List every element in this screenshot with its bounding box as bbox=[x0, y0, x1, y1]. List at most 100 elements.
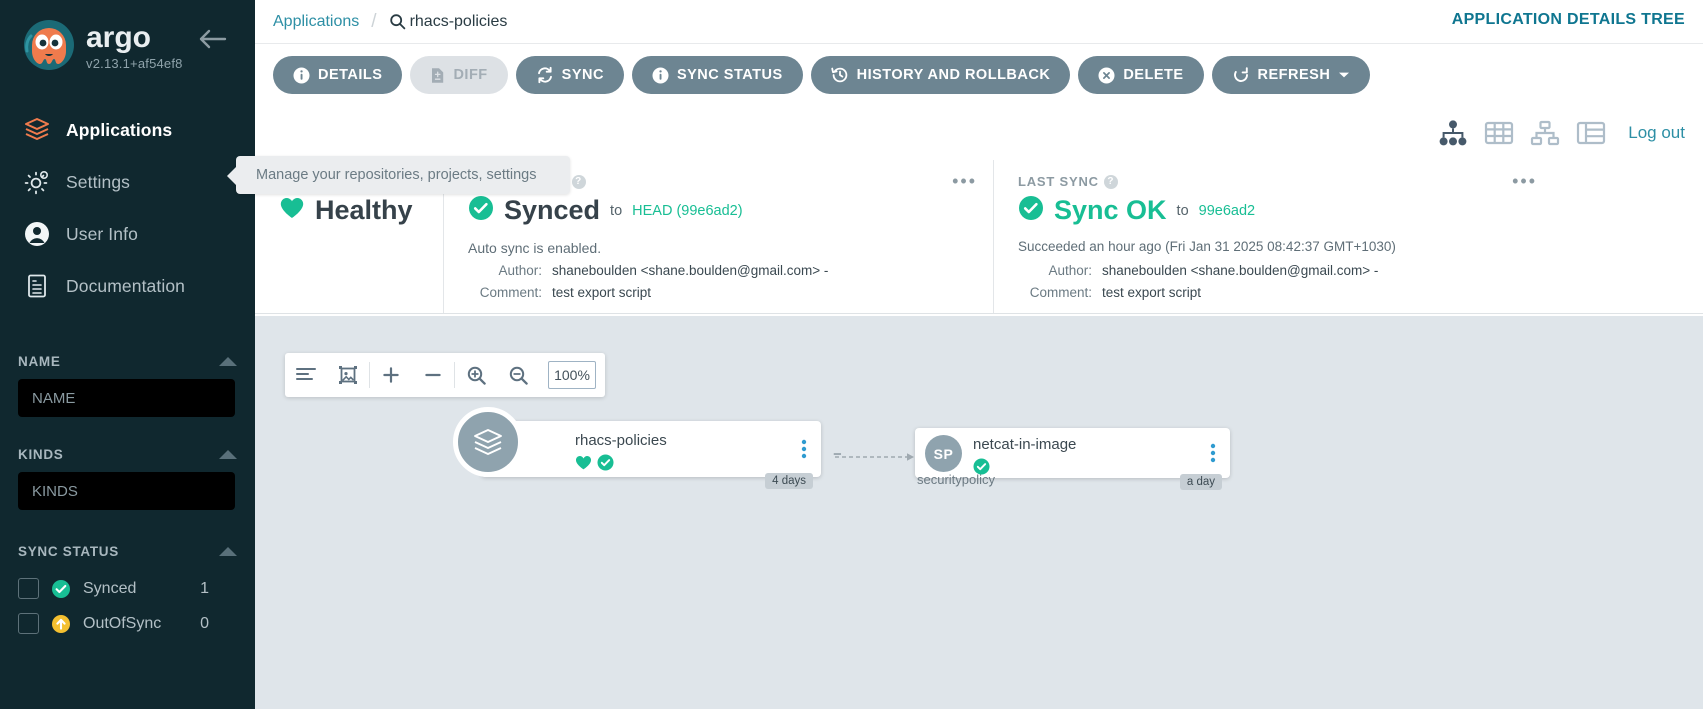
check-circle-icon bbox=[1018, 195, 1044, 226]
succeeded-text: Succeeded an hour ago (Fri Jan 31 2025 0… bbox=[1018, 239, 1396, 254]
chevron-up-icon[interactable] bbox=[219, 450, 237, 459]
zoom-level-input[interactable] bbox=[548, 361, 596, 389]
file-diff-icon bbox=[430, 67, 445, 84]
diff-button[interactable]: DIFF bbox=[410, 56, 508, 94]
filter-label: OutOfSync bbox=[83, 614, 162, 632]
node-kind-label: securitypolicy bbox=[917, 472, 996, 487]
version-label: v2.13.1+af54ef8 bbox=[86, 56, 183, 71]
to-label: to bbox=[610, 202, 623, 219]
history-and-rollback-button[interactable]: HISTORY AND ROLLBACK bbox=[810, 56, 1071, 94]
app-health-value: Healthy bbox=[279, 195, 425, 226]
sidebar-nav: Applications Settings User Info Document… bbox=[0, 104, 255, 312]
help-icon[interactable]: ? bbox=[571, 174, 586, 189]
revision-link[interactable]: HEAD (99e6ad2) bbox=[632, 203, 742, 219]
tree-node-application[interactable]: rhacs-policies 4 days bbox=[453, 407, 821, 489]
revision-link[interactable]: 99e6ad2 bbox=[1199, 203, 1255, 219]
help-icon[interactable]: ? bbox=[1103, 174, 1118, 189]
filter-header-kinds[interactable]: KINDS bbox=[18, 439, 237, 468]
app-health-status: Healthy bbox=[315, 195, 413, 225]
comment-key: Comment: bbox=[1029, 285, 1092, 301]
kebab-icon[interactable] bbox=[1210, 443, 1216, 463]
filter-row-synced[interactable]: Synced 1 bbox=[18, 571, 237, 606]
last-sync-card: ••• LAST SYNC ? Sync OK to 99e6ad2 Succe… bbox=[993, 160, 1553, 313]
node-status-icons bbox=[575, 454, 614, 476]
filter-title: KINDS bbox=[18, 447, 64, 462]
checkbox[interactable] bbox=[18, 613, 39, 634]
kinds-filter-input[interactable] bbox=[18, 472, 235, 510]
layers-icon bbox=[453, 407, 523, 477]
logout-link[interactable]: Log out bbox=[1628, 123, 1685, 143]
sync-status-value: Synced to HEAD (99e6ad2) bbox=[468, 195, 975, 226]
network-view-icon[interactable] bbox=[1530, 120, 1560, 146]
button-label: DETAILS bbox=[318, 67, 383, 83]
breadcrumb-applications-link[interactable]: Applications bbox=[273, 13, 359, 31]
chevron-down-icon[interactable] bbox=[1338, 71, 1350, 79]
gear-icon bbox=[22, 167, 52, 197]
refresh-icon bbox=[1232, 66, 1250, 84]
fit-to-screen-icon[interactable] bbox=[327, 353, 369, 397]
refresh-button[interactable]: REFRESH bbox=[1211, 56, 1371, 94]
layers-icon bbox=[22, 115, 52, 145]
info-icon bbox=[652, 67, 669, 84]
sidebar: argo v2.13.1+af54ef8 Applications Settin… bbox=[0, 0, 255, 709]
list-view-icon[interactable] bbox=[1576, 120, 1606, 146]
kebab-icon[interactable]: ••• bbox=[952, 172, 977, 190]
sync-author-row: Author: shaneboulden <shane.boulden@gmai… bbox=[468, 263, 975, 278]
sync-status-button[interactable]: SYNC STATUS bbox=[631, 56, 803, 94]
settings-tooltip: Manage your repositories, projects, sett… bbox=[227, 156, 570, 194]
last-sync-status-text: Sync OK bbox=[1054, 195, 1167, 225]
button-label: DIFF bbox=[453, 67, 488, 83]
comment-key: Comment: bbox=[479, 285, 542, 300]
chevron-up-icon[interactable] bbox=[219, 357, 237, 366]
sidebar-item-label: Applications bbox=[66, 119, 173, 140]
application-tree-canvas[interactable]: − rhacs-policies bbox=[255, 316, 1703, 709]
sidebar-item-user-info[interactable]: User Info bbox=[0, 208, 255, 260]
breadcrumb-current: rhacs-policies bbox=[389, 12, 508, 31]
document-icon bbox=[22, 271, 52, 301]
sync-button[interactable]: SYNC bbox=[515, 56, 624, 94]
check-circle-icon bbox=[468, 195, 494, 226]
argocd-app: argo v2.13.1+af54ef8 Applications Settin… bbox=[0, 0, 1703, 709]
sidebar-item-label: Documentation bbox=[66, 275, 186, 296]
breadcrumb-bar: Applications / rhacs-policies APPLICATIO… bbox=[255, 0, 1703, 44]
arrow-up-circle-icon bbox=[51, 614, 71, 634]
brand-text: argo v2.13.1+af54ef8 bbox=[86, 21, 194, 73]
delete-button[interactable]: DELETE bbox=[1078, 56, 1204, 94]
sidebar-filters: NAME KINDS SYNC STATUS bbox=[0, 346, 255, 641]
view-mode-bar: Log out bbox=[255, 106, 1703, 160]
application-details-tree-label[interactable]: APPLICATION DETAILS TREE bbox=[1452, 11, 1685, 29]
name-filter-input[interactable] bbox=[18, 379, 235, 417]
tree-view-icon[interactable] bbox=[1438, 120, 1468, 146]
zoom-out-icon[interactable] bbox=[497, 353, 539, 397]
align-left-icon[interactable] bbox=[285, 353, 327, 397]
sidebar-item-applications[interactable]: Applications bbox=[0, 104, 255, 156]
filter-header-sync-status[interactable]: SYNC STATUS bbox=[18, 536, 237, 565]
zoom-plus-button[interactable] bbox=[370, 353, 412, 397]
filter-row-outofsync[interactable]: OutOfSync 0 bbox=[18, 606, 237, 641]
search-icon bbox=[389, 13, 406, 30]
sidebar-collapse-arrow-icon[interactable] bbox=[197, 28, 227, 50]
kebab-icon[interactable]: ••• bbox=[1512, 172, 1537, 190]
sync-comment-row: Comment: test export script bbox=[468, 285, 975, 300]
zoom-minus-button[interactable] bbox=[412, 353, 454, 397]
to-label: to bbox=[1176, 202, 1189, 219]
last-sync-comment-row: Comment: test export script bbox=[1018, 285, 1535, 300]
sidebar-item-documentation[interactable]: Documentation bbox=[0, 260, 255, 312]
sync-status-text: Synced bbox=[504, 195, 601, 225]
pods-grid-view-icon[interactable] bbox=[1484, 120, 1514, 146]
argo-wordmark: argo bbox=[86, 21, 194, 55]
chevron-up-icon[interactable] bbox=[219, 547, 237, 556]
card-title: LAST SYNC ? bbox=[1018, 174, 1535, 189]
comment-value: test export script bbox=[552, 285, 652, 300]
sidebar-item-settings[interactable]: Settings bbox=[0, 156, 255, 208]
filter-header-name[interactable]: NAME bbox=[18, 346, 237, 375]
checkbox[interactable] bbox=[18, 578, 39, 599]
details-button[interactable]: DETAILS bbox=[273, 56, 403, 94]
sidebar-item-label: User Info bbox=[66, 223, 138, 244]
tree-node-resource[interactable]: SP netcat-in-image securitypolicy a day bbox=[915, 428, 1230, 490]
heart-icon bbox=[279, 196, 305, 225]
kebab-icon[interactable] bbox=[801, 439, 807, 459]
author-key: Author: bbox=[1048, 263, 1092, 279]
zoom-in-icon[interactable] bbox=[455, 353, 497, 397]
breadcrumb-current-label: rhacs-policies bbox=[409, 12, 508, 30]
